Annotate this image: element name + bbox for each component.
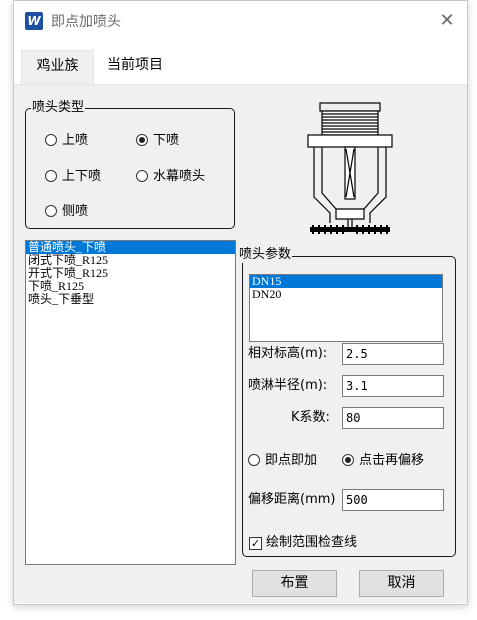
tab-family[interactable]: 鸡业族 [21, 50, 94, 84]
relative-elevation-label: 相对标高(m): [248, 346, 328, 361]
spray-radius-label: 喷淋半径(m): [248, 378, 328, 393]
offset-distance-label: 偏移距离(mm) [248, 492, 336, 507]
draw-check-lines-label: 绘制范围检查线 [266, 535, 358, 550]
sprinkler-params-legend: 喷头参数 [238, 247, 293, 263]
relative-elevation-input[interactable] [342, 343, 444, 365]
radio-click-then-offset[interactable]: 点击再偏移 [342, 451, 424, 471]
sprinkler-preview-image [307, 102, 393, 234]
radio-label: 即点即加 [265, 453, 318, 468]
offset-distance-input[interactable] [342, 489, 444, 511]
spray-radius-input[interactable] [342, 375, 444, 397]
list-item[interactable]: 喷头_下垂型 [26, 293, 235, 306]
pipe-size-list[interactable]: DN15 DN20 [249, 274, 443, 342]
radio-water-curtain[interactable]: 水幕喷头 [136, 167, 205, 187]
close-icon[interactable]: ✕ [436, 8, 458, 34]
radio-label: 侧喷 [62, 204, 89, 219]
place-button[interactable]: 布置 [252, 570, 337, 597]
radio-top-spray[interactable]: 上喷 [45, 131, 88, 151]
app-logo-icon: W [25, 12, 43, 30]
radio-indicator [45, 204, 57, 217]
radio-label: 水幕喷头 [153, 169, 206, 184]
radio-label: 下喷 [153, 133, 180, 148]
radio-indicator-selected [342, 453, 354, 466]
list-item[interactable]: DN20 [250, 288, 442, 301]
radio-indicator [136, 169, 148, 182]
radio-side-spray[interactable]: 侧喷 [45, 202, 88, 222]
k-factor-input[interactable] [342, 407, 444, 429]
radio-label: 上下喷 [62, 169, 102, 184]
radio-bottom-spray[interactable]: 下喷 [136, 131, 179, 151]
k-factor-label: K系数: [291, 410, 330, 425]
radio-label: 点击再偏移 [359, 453, 425, 468]
draw-check-lines-checkbox[interactable]: ✓ [249, 537, 262, 550]
window-title: 即点加喷头 [51, 14, 121, 30]
radio-indicator-selected [136, 133, 148, 146]
sprinkler-family-list[interactable]: 普通喷头_下喷 闭式下喷_R125 开式下喷_R125 下喷_R125 喷头_下… [25, 240, 236, 565]
radio-label: 上喷 [62, 133, 89, 148]
radio-indicator [45, 133, 57, 146]
cancel-button[interactable]: 取消 [359, 570, 444, 597]
tab-current-project[interactable]: 当前项目 [100, 50, 170, 84]
radio-indicator [45, 169, 57, 182]
radio-instant-add[interactable]: 即点即加 [248, 451, 317, 471]
radio-top-bottom-spray[interactable]: 上下喷 [45, 167, 101, 187]
sprinkler-type-legend: 喷头类型 [31, 100, 86, 116]
radio-indicator [248, 453, 260, 466]
